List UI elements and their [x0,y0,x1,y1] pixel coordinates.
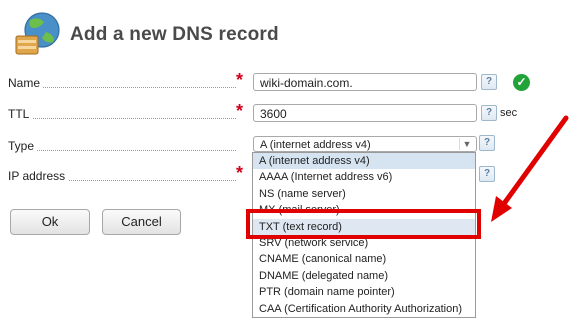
dropdown-option[interactable]: CAA (Certification Authority Authorizati… [253,301,475,317]
dropdown-option[interactable]: SRV (network service) [253,235,475,251]
type-selected-value: A (internet address v4) [260,139,371,151]
ttl-unit: sec [500,107,518,119]
ttl-input[interactable]: 3600 [253,104,477,122]
required-marker: * [236,163,244,183]
dropdown-option[interactable]: DNAME (delegated name) [253,268,475,284]
dropdown-option[interactable]: AAAA (Internet address v6) [253,169,475,185]
dropdown-option[interactable]: PTR (domain name pointer) [253,284,475,300]
page-title: Add a new DNS record [70,24,279,45]
type-label: Type [8,139,236,153]
name-label: Name [8,76,236,90]
ttl-help-icon[interactable]: ? [481,105,497,121]
type-help-icon[interactable]: ? [479,135,495,151]
name-input[interactable]: wiki-domain.com. [253,73,477,91]
ip-label: IP address [8,169,236,183]
dropdown-option[interactable]: NS (name server) [253,186,475,202]
type-dropdown-list: A (internet address v4) AAAA (Internet a… [252,152,476,318]
dropdown-option[interactable]: TXT (text record) [253,218,475,235]
ok-button[interactable]: Ok [10,209,90,235]
dropdown-option[interactable]: CNAME (canonical name) [253,251,475,267]
globe-server-icon [12,10,62,58]
dropdown-option[interactable]: MX (mail server) [253,202,475,218]
required-marker: * [236,101,244,121]
valid-check-icon: ✓ [513,74,530,91]
name-help-icon[interactable]: ? [481,74,497,90]
required-marker: * [236,70,244,90]
type-select[interactable]: A (internet address v4) ▼ [253,136,477,152]
dropdown-option[interactable]: A (internet address v4) [253,153,475,170]
ip-help-icon[interactable]: ? [479,166,495,182]
cancel-button[interactable]: Cancel [102,209,181,235]
dialog-header: Add a new DNS record [10,8,580,60]
ttl-label: TTL [8,107,236,121]
name-row: Name * wiki-domain.com. ? ✓ [8,70,568,97]
chevron-down-icon[interactable]: ▼ [459,138,474,150]
ttl-row: TTL * 3600 ? sec [8,101,568,128]
